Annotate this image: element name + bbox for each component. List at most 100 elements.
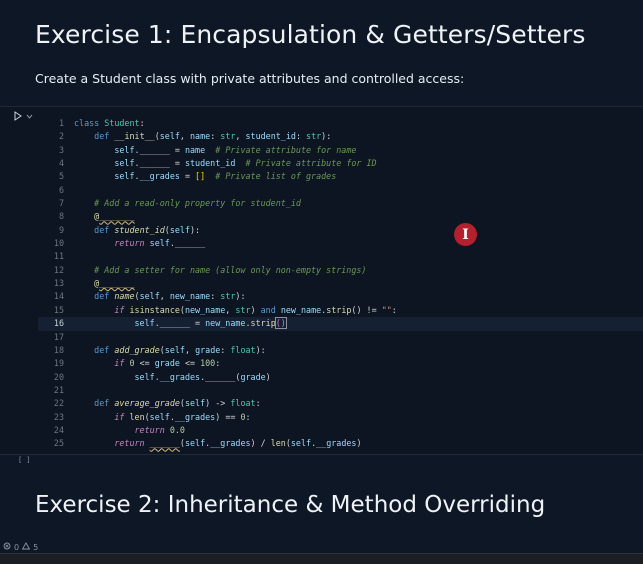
code-token: self <box>114 158 135 169</box>
line-source: @_______ <box>74 210 135 223</box>
code-token: , <box>179 131 191 142</box>
code-token: grade <box>195 344 221 355</box>
line-source: class Student: <box>74 117 145 130</box>
code-token: ): <box>321 131 332 142</box>
execution-count: [ ] <box>18 456 31 464</box>
code-token: ) <box>250 304 261 315</box>
line-source: self.__grades = [] # Private list of gra… <box>74 170 336 183</box>
code-line: 18 def add_grade(self, grade: float): <box>38 344 643 357</box>
code-token: def <box>94 344 110 355</box>
code-token: student_id <box>245 131 296 142</box>
code-token: len <box>270 438 286 449</box>
code-token: ______ <box>205 371 236 382</box>
code-token: if <box>114 358 125 369</box>
line-number: 23 <box>53 411 64 422</box>
code-token: grade <box>154 358 180 369</box>
code-token: ): <box>235 291 246 302</box>
heading-exercise-1: Exercise 1: Encapsulation & Getters/Sett… <box>35 20 586 49</box>
line-number: 20 <box>53 371 64 382</box>
line-source: def name(self, new_name: str): <box>74 290 246 303</box>
code-line: 25 return ______(self.__grades) / len(se… <box>38 437 643 450</box>
code-token: __grades <box>174 411 216 422</box>
code-token: str <box>220 131 236 142</box>
code-token: "" <box>381 304 392 315</box>
code-token: ) <box>265 371 271 382</box>
code-line: 2 def __init__(self, name: str, student_… <box>38 130 643 143</box>
error-icon[interactable] <box>3 542 11 552</box>
code-token: def <box>94 131 110 142</box>
code-line: 15 if isinstance(new_name, str) and new_… <box>38 304 643 317</box>
cell-toolbar <box>13 111 33 121</box>
code-editor[interactable]: 1 class Student: 2 def __init__(self, nam… <box>38 117 643 451</box>
warning-count[interactable]: 5 <box>33 543 38 552</box>
heading-exercise-2: Exercise 2: Inheritance & Method Overrid… <box>35 492 546 518</box>
code-token: name <box>184 144 206 155</box>
code-token: str <box>220 291 236 302</box>
code-token: __grades <box>159 371 201 382</box>
code-token: str <box>235 304 251 315</box>
code-token: <= <box>179 358 201 369</box>
chevron-down-icon[interactable] <box>26 113 33 120</box>
code-line: 10 return self.______ <box>38 237 643 250</box>
code-token: , <box>225 304 236 315</box>
code-token: strip <box>326 304 352 315</box>
code-line: 13 @_______ <box>38 277 643 290</box>
code-token: class <box>74 118 100 128</box>
line-number: 3 <box>58 144 64 155</box>
code-line: 8 @_______ <box>38 210 643 223</box>
code-token: self <box>159 131 180 142</box>
line-number: 1 <box>58 118 64 128</box>
code-token: __grades <box>139 171 180 182</box>
code-token: and <box>260 304 276 315</box>
code-token: _______ <box>99 211 135 222</box>
code-token: self <box>184 398 206 409</box>
code-token: = <box>179 171 196 182</box>
exercise-description: Create a Student class with private attr… <box>35 71 465 86</box>
line-number: 4 <box>58 158 64 169</box>
code-token: # Add a read-only property for student_i… <box>94 198 301 209</box>
code-token: = <box>169 144 185 155</box>
code-token: = <box>169 158 185 169</box>
code-token: ______ <box>139 144 170 155</box>
line-number: 2 <box>58 131 64 142</box>
code-line: 3 self.______ = name # Private attribute… <box>38 144 643 157</box>
line-source: self.__grades.______(grade) <box>74 371 271 384</box>
line-source: @_______ <box>74 277 134 290</box>
run-icon[interactable] <box>13 111 23 121</box>
code-token: def <box>94 224 110 235</box>
code-token: , <box>235 131 246 142</box>
code-cell[interactable]: 1 class Student: 2 def __init__(self, nam… <box>0 106 643 464</box>
warning-icon[interactable] <box>21 542 31 552</box>
code-token: def <box>94 398 110 409</box>
code-line: 19 if 0 <= grade <= 100: <box>38 357 643 370</box>
code-token: : <box>210 131 221 142</box>
code-line: 9 def student_id(self): <box>38 224 643 237</box>
error-count[interactable]: 0 <box>14 543 19 552</box>
line-number: 17 <box>53 331 64 342</box>
code-token: ): <box>190 224 201 235</box>
line-number: 12 <box>53 264 64 275</box>
code-token: new_name <box>205 318 246 329</box>
code-line: 7 # Add a read-only property for student… <box>38 197 643 210</box>
code-token: float <box>230 398 256 409</box>
code-token: __init__ <box>114 131 155 142</box>
code-token: ______ <box>159 318 190 329</box>
code-line: 24 return 0.0 <box>38 424 643 437</box>
line-source: # Add a read-only property for student_i… <box>74 197 301 210</box>
line-number: 6 <box>58 184 64 195</box>
code-token: # Private attribute for ID <box>245 158 377 169</box>
code-line-active: 16 self.______ = new_name.strip() <box>38 317 643 331</box>
line-number: 18 <box>53 344 64 355</box>
line-number: 14 <box>53 291 64 302</box>
